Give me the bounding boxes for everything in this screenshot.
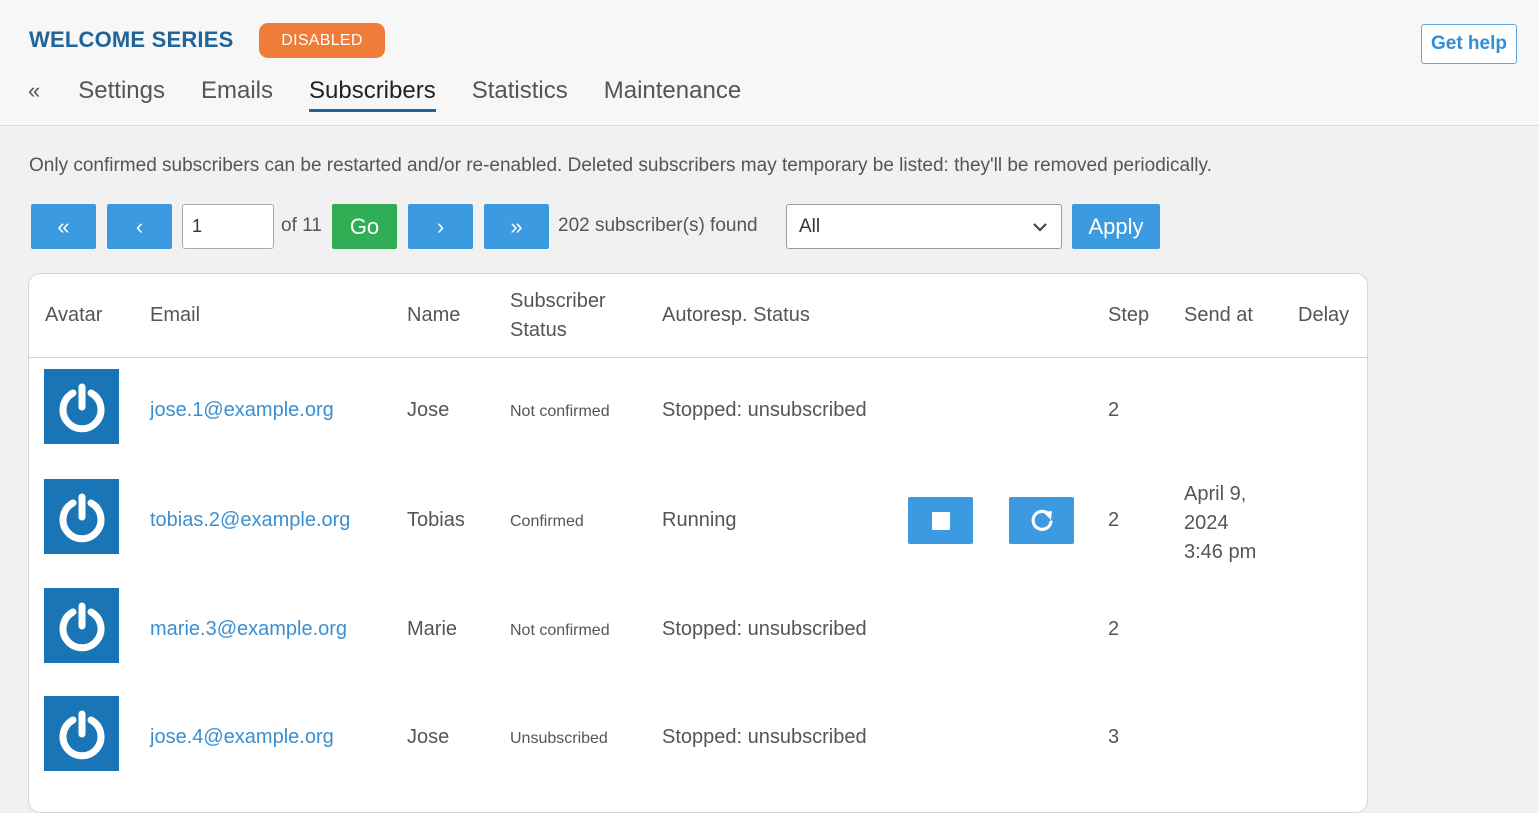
subscriber-name: Marie (407, 618, 458, 640)
col-delay: Delay (1298, 304, 1350, 326)
autoresp-status: Stopped: unsubscribed (662, 399, 867, 421)
subscriber-status: Unsubscribed (510, 730, 608, 747)
status-filter-select[interactable]: All (786, 204, 1062, 249)
tab-back[interactable]: « (28, 76, 40, 109)
power-icon (59, 493, 104, 542)
page-header: WELCOME SERIES DISABLED Get help « Setti… (0, 0, 1539, 126)
avatar (44, 369, 119, 444)
subscriber-email-link[interactable]: jose.1@example.org (150, 399, 334, 422)
tab-emails[interactable]: Emails (201, 76, 273, 109)
autoresp-status: Running (662, 509, 737, 531)
get-help-button[interactable]: Get help (1421, 24, 1517, 64)
status-badge: DISABLED (259, 23, 385, 58)
chevron-down-icon (1033, 223, 1047, 232)
next-page-button[interactable]: › (408, 204, 473, 249)
tab-statistics[interactable]: Statistics (472, 76, 568, 109)
info-text: Only confirmed subscribers can be restar… (29, 155, 1212, 176)
col-email: Email (150, 304, 201, 326)
power-icon (59, 710, 104, 759)
tab-subscribers[interactable]: Subscribers (308, 76, 436, 112)
stop-button[interactable] (908, 497, 973, 544)
table-header: Avatar Email Name Subscriber Status Auto… (29, 274, 1367, 358)
step-value: 2 (1108, 399, 1120, 421)
subscriber-status: Confirmed (510, 513, 584, 530)
autoresp-status: Stopped: unsubscribed (662, 726, 867, 748)
last-page-button[interactable]: » (484, 204, 549, 249)
subscriber-email-link[interactable]: marie.3@example.org (150, 618, 347, 641)
send-at-value: April 9, 2024 3:46 pm (1184, 483, 1257, 563)
apply-button[interactable]: Apply (1072, 204, 1160, 249)
step-value: 3 (1108, 726, 1120, 748)
subscribers-table: Avatar Email Name Subscriber Status Auto… (28, 273, 1368, 813)
avatar (44, 588, 119, 663)
redo-icon (1031, 509, 1053, 531)
restart-button[interactable] (1009, 497, 1074, 544)
subscriber-name: Jose (407, 726, 450, 748)
step-value: 2 (1108, 509, 1120, 531)
subscriber-email-link[interactable]: jose.4@example.org (150, 726, 334, 749)
col-step: Step (1108, 304, 1150, 326)
col-name: Name (407, 304, 461, 326)
autoresp-status: Stopped: unsubscribed (662, 618, 867, 640)
tab-maintenance[interactable]: Maintenance (604, 76, 741, 109)
subscriber-email-link[interactable]: tobias.2@example.org (150, 509, 350, 532)
subscriber-name: Tobias (407, 509, 465, 531)
tab-bar: « Settings Emails Subscribers Statistics… (28, 76, 777, 112)
subscriber-status: Not confirmed (510, 622, 610, 639)
go-button[interactable]: Go (332, 204, 397, 249)
found-count-text: 202 subscriber(s) found (558, 215, 758, 236)
power-icon (59, 383, 104, 432)
page-count-text: of 11 (281, 215, 322, 236)
prev-page-button[interactable]: ‹ (107, 204, 172, 249)
col-autoresp-status: Autoresp. Status (662, 304, 810, 326)
subscriber-status: Not confirmed (510, 403, 610, 420)
avatar (44, 479, 119, 554)
avatar (44, 696, 119, 771)
page-title: WELCOME SERIES (29, 27, 234, 52)
power-icon (59, 602, 104, 651)
col-send-at: Send at (1184, 304, 1253, 326)
subscriber-name: Jose (407, 399, 450, 421)
col-subscriber-status: Subscriber Status (510, 290, 606, 341)
status-filter-value: All (799, 215, 821, 237)
step-value: 2 (1108, 618, 1120, 640)
col-avatar: Avatar (45, 304, 103, 326)
first-page-button[interactable]: « (31, 204, 96, 249)
tab-settings[interactable]: Settings (78, 76, 165, 109)
page-number-input[interactable] (182, 204, 274, 249)
stop-icon (931, 511, 950, 530)
